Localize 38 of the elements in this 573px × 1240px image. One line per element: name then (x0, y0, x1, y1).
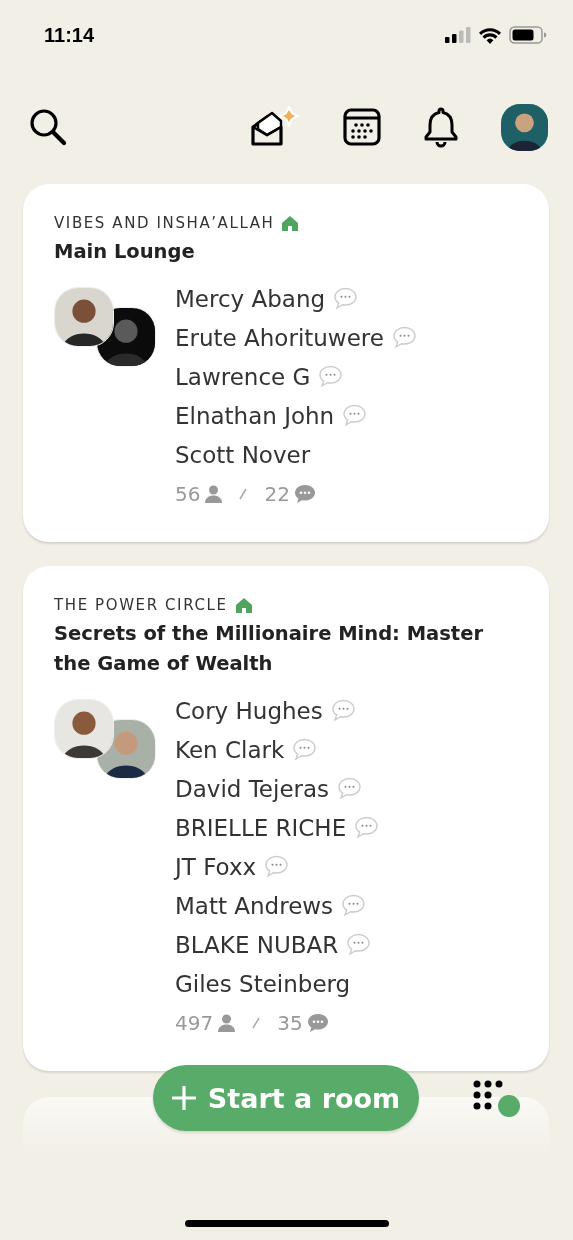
signal-icon (445, 27, 471, 43)
status-time: 11:14 (44, 23, 95, 47)
club-name[interactable]: THE POWER CIRCLE (54, 596, 228, 614)
chat-bubble-icon (307, 1014, 328, 1032)
speaker-name: Lawrence G (175, 363, 311, 390)
speaker-name: Cory Hughes (175, 697, 323, 724)
club-name[interactable]: VIBES AND INSHA’ALLAH (54, 214, 275, 232)
room-title: Secrets of the Millionaire Mind: Master the Game of Wealth (54, 621, 485, 677)
chat-bubble-icon (294, 485, 315, 503)
speaker-name: JT Foxx (175, 853, 257, 880)
speaker-name: BRIELLE RICHE (175, 814, 347, 841)
speaker-name: David Tejeras (175, 775, 330, 802)
message-count: 22 (264, 482, 290, 506)
slash-icon (239, 488, 248, 500)
speaker-name: Elnathan John (175, 402, 335, 429)
speaker-name: Ken Clark (175, 736, 285, 763)
speaker-name: Giles Steinberg (175, 970, 351, 997)
speaker-name: BLAKE NUBAR (175, 931, 339, 958)
person-icon (218, 1014, 236, 1032)
calendar-icon[interactable] (343, 108, 381, 146)
battery-icon (509, 26, 547, 44)
profile-avatar[interactable] (501, 103, 548, 151)
grid-dots-icon[interactable] (473, 1080, 503, 1110)
envelope-icon[interactable] (249, 105, 301, 149)
message-count: 35 (277, 1011, 303, 1035)
listener-count: 497 (175, 1011, 214, 1035)
wifi-icon (478, 26, 502, 44)
plus-icon (171, 1086, 196, 1110)
speaker-name: Matt Andrews (175, 892, 334, 919)
bell-icon[interactable] (423, 106, 459, 148)
speaker-name: Mercy Abang (175, 285, 326, 312)
listener-count: 56 (175, 482, 201, 506)
speaker-name: Erute Ahorituwere (175, 324, 384, 351)
room-title: Main Lounge (54, 239, 196, 265)
search-icon[interactable] (28, 107, 68, 147)
person-icon (205, 485, 223, 503)
speaker-name: Scott Nover (175, 441, 311, 468)
slash-icon (252, 1017, 261, 1029)
